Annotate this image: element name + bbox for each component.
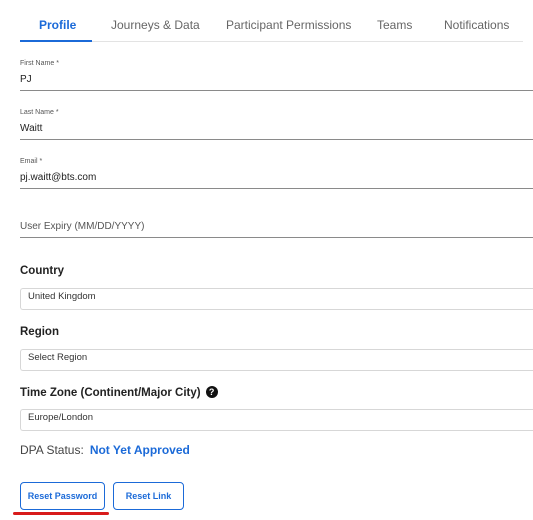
last-name-field[interactable]: Last Name * Waitt <box>20 107 533 140</box>
annotation-underline <box>13 512 109 515</box>
region-selected-value: Select Region <box>28 352 88 363</box>
active-tab-indicator <box>20 40 92 42</box>
dpa-status: DPA Status: Not Yet Approved <box>20 443 190 457</box>
question-circle-icon[interactable]: ? <box>205 386 218 398</box>
region-title: Region <box>20 326 59 338</box>
tab-journeys-data[interactable]: Journeys & Data <box>111 18 200 32</box>
timezone-title: Time Zone (Continent/Major City)? <box>20 386 218 399</box>
first-name-value: PJ <box>20 74 32 85</box>
timezone-selected-value: Europe/London <box>28 412 93 423</box>
user-expiry-field[interactable]: User Expiry (MM/DD/YYYY) <box>20 205 533 238</box>
tab-profile[interactable]: Profile <box>39 18 76 32</box>
dpa-status-label: DPA Status: <box>20 443 84 457</box>
reset-link-button[interactable]: Reset Link <box>113 482 184 510</box>
country-select[interactable]: United Kingdom <box>20 288 533 310</box>
tab-notifications[interactable]: Notifications <box>444 18 509 32</box>
last-name-label: Last Name * <box>20 109 59 116</box>
first-name-label: First Name * <box>20 60 59 67</box>
region-select[interactable]: Select Region <box>20 349 533 371</box>
dpa-status-value: Not Yet Approved <box>89 443 190 457</box>
email-label: Email * <box>20 158 43 165</box>
first-name-field[interactable]: First Name * PJ <box>20 58 533 91</box>
tab-teams[interactable]: Teams <box>377 18 412 32</box>
email-field[interactable]: Email * pj.waitt@bts.com <box>20 156 533 189</box>
last-name-value: Waitt <box>20 123 43 134</box>
timezone-title-text: Time Zone (Continent/Major City) <box>20 387 201 399</box>
timezone-select[interactable]: Europe/London <box>20 409 533 431</box>
user-expiry-placeholder: User Expiry (MM/DD/YYYY) <box>20 221 145 232</box>
email-value: pj.waitt@bts.com <box>20 172 97 183</box>
tab-bar: Profile Journeys & Data Participant Perm… <box>20 0 523 42</box>
tab-participant-permissions[interactable]: Participant Permissions <box>226 18 351 32</box>
country-title: Country <box>20 265 65 277</box>
reset-password-button[interactable]: Reset Password <box>20 482 105 510</box>
country-selected-value: United Kingdom <box>28 291 96 302</box>
